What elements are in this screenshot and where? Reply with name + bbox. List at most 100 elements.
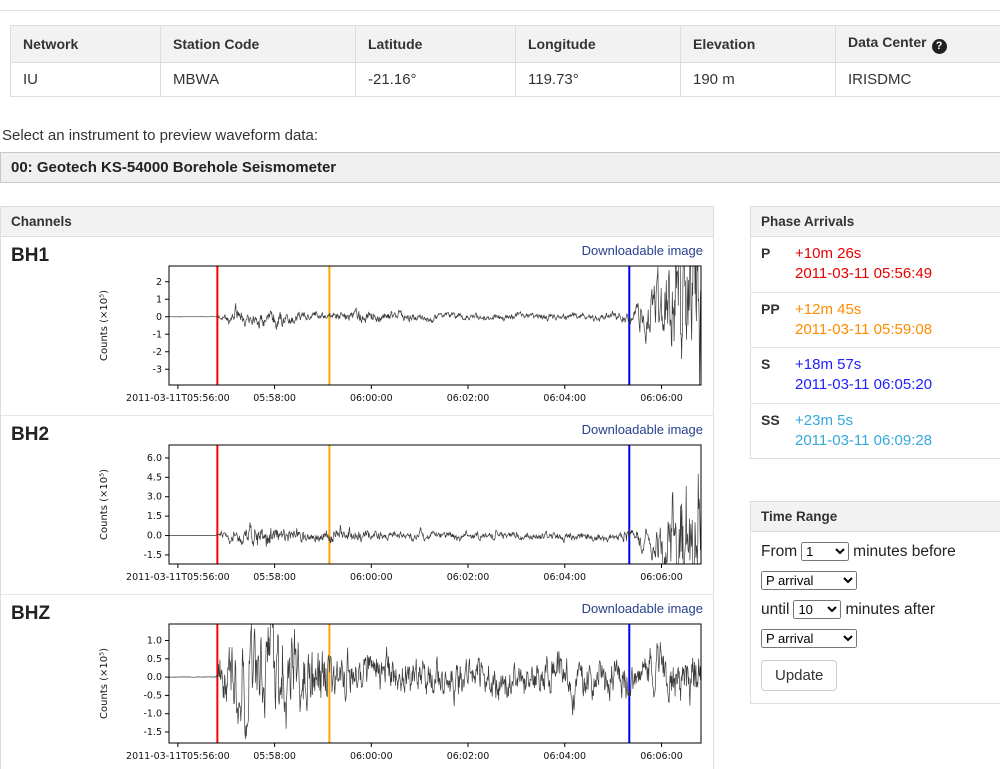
- waveform-plot-bh1: 2011-03-11T05:56:00 05:58:00 06:00:00 06:02…: [91, 261, 707, 413]
- plot-column: Downloadable image 2011-03-11T05:56:00 05…: [91, 241, 707, 413]
- svg-text:2011-03-11T05:56:00: 2011-03-11T05:56:00: [126, 572, 230, 583]
- svg-text:0.0: 0.0: [147, 672, 162, 683]
- time-range-body: From1minutes before P arrival until10min…: [751, 532, 1000, 703]
- channels-panel-header: Channels: [1, 207, 713, 237]
- channel-row-bhz: BHZ Downloadable image 2011-03-11T05:56:…: [1, 595, 713, 769]
- phase-arrival-row-s: S +18m 57s 2011-03-11 06:05:20: [751, 348, 1000, 404]
- time-range-header: Time Range: [751, 502, 1000, 532]
- phase-time: 2011-03-11 05:56:49: [795, 264, 1000, 284]
- instrument-select[interactable]: 00: Geotech KS-54000 Borehole Seismomete…: [0, 152, 1000, 183]
- minutes-before-label: minutes before: [853, 543, 956, 560]
- from-label: From: [761, 543, 797, 560]
- minutes-after-label: minutes after: [845, 601, 935, 618]
- phase-after-line: P arrival: [761, 629, 1000, 648]
- svg-text:05:58:00: 05:58:00: [253, 393, 296, 404]
- svg-text:0.0: 0.0: [147, 531, 162, 542]
- channel-name: BH1: [7, 241, 91, 413]
- phase-info: +23m 5s 2011-03-11 06:09:28: [795, 411, 1000, 452]
- svg-text:2011-03-11T05:56:00: 2011-03-11T05:56:00: [126, 393, 230, 404]
- waveform-plot-bh2: 2011-03-11T05:56:00 05:58:00 06:00:00 06:02…: [91, 440, 707, 592]
- header-data-center-label: Data Center: [848, 34, 927, 50]
- svg-text:06:00:00: 06:00:00: [350, 751, 393, 762]
- value-station-code: MBWA: [161, 63, 356, 97]
- phase-before-line: P arrival: [761, 571, 1000, 590]
- phase-time: 2011-03-11 06:05:20: [795, 375, 1000, 395]
- svg-text:0.5: 0.5: [147, 654, 162, 665]
- minutes-before-select[interactable]: 1: [801, 542, 849, 561]
- phase-arrival-row-ss: SS +23m 5s 2011-03-11 06:09:28: [751, 404, 1000, 459]
- phase-offset: +18m 57s: [795, 355, 1000, 375]
- header-data-center: Data Center?: [836, 26, 1000, 63]
- svg-text:1.0: 1.0: [147, 635, 162, 646]
- header-latitude: Latitude: [356, 26, 516, 63]
- svg-text:06:04:00: 06:04:00: [543, 751, 586, 762]
- svg-text:06:06:00: 06:06:00: [640, 393, 683, 404]
- header-network: Network: [11, 26, 161, 63]
- plot-column: Downloadable image 2011-03-11T05:56:0005…: [91, 599, 707, 769]
- svg-text:4.5: 4.5: [147, 472, 162, 483]
- phase-offset: +23m 5s: [795, 411, 1000, 431]
- svg-text:-1: -1: [153, 329, 162, 340]
- svg-text:06:02:00: 06:02:00: [447, 572, 490, 583]
- channels-panel: Channels BH1 Downloadable image 2011-03-…: [0, 206, 714, 769]
- phase-info: +10m 26s 2011-03-11 05:56:49: [795, 244, 1000, 285]
- svg-text:06:06:00: 06:06:00: [640, 751, 683, 762]
- header-elevation: Elevation: [681, 26, 836, 63]
- svg-text:06:02:00: 06:02:00: [447, 751, 490, 762]
- phase-info: +12m 45s 2011-03-11 05:59:08: [795, 300, 1000, 341]
- time-range-panel: Time Range From1minutes before P arrival…: [750, 501, 1000, 704]
- channel-row-bh2: BH2 Downloadable image 2011-03-11T05:56:…: [1, 416, 713, 595]
- phase-arrivals-panel: Phase Arrivals P +10m 26s 2011-03-11 05:…: [750, 206, 1000, 459]
- value-data-center: IRISDMC: [836, 63, 1000, 97]
- svg-text:-1.5: -1.5: [143, 550, 162, 561]
- header-longitude: Longitude: [516, 26, 681, 63]
- value-longitude: 119.73°: [516, 63, 681, 97]
- page: Network Station Code Latitude Longitude …: [0, 0, 1000, 769]
- svg-text:05:58:00: 05:58:00: [253, 751, 296, 762]
- top-divider: [0, 0, 1000, 11]
- right-column: Phase Arrivals P +10m 26s 2011-03-11 05:…: [750, 206, 1000, 769]
- phase-arrival-row-p: P +10m 26s 2011-03-11 05:56:49: [751, 237, 1000, 293]
- phase-before-select[interactable]: P arrival: [761, 571, 857, 590]
- phase-after-select[interactable]: P arrival: [761, 629, 857, 648]
- minutes-after-select[interactable]: 10: [793, 600, 841, 619]
- instrument-select-value: 00: Geotech KS-54000 Borehole Seismomete…: [11, 159, 336, 176]
- svg-text:1: 1: [156, 294, 162, 305]
- help-icon[interactable]: ?: [932, 39, 947, 54]
- svg-text:06:02:00: 06:02:00: [447, 393, 490, 404]
- phase-info: +18m 57s 2011-03-11 06:05:20: [795, 355, 1000, 396]
- main-content: Channels BH1 Downloadable image 2011-03-…: [0, 206, 1000, 769]
- phase-offset: +10m 26s: [795, 244, 1000, 264]
- station-table-header-row: Network Station Code Latitude Longitude …: [11, 26, 1000, 63]
- phase-label: PP: [761, 300, 795, 341]
- header-station-code: Station Code: [161, 26, 356, 63]
- svg-text:06:00:00: 06:00:00: [350, 572, 393, 583]
- svg-text:-2: -2: [153, 347, 162, 358]
- svg-text:-1.0: -1.0: [143, 709, 162, 720]
- svg-text:05:58:00: 05:58:00: [253, 572, 296, 583]
- phase-arrivals-header: Phase Arrivals: [751, 207, 1000, 237]
- svg-text:06:00:00: 06:00:00: [350, 393, 393, 404]
- svg-text:Counts (×10⁵): Counts (×10⁵): [99, 469, 110, 540]
- station-table-value-row: IU MBWA -21.16° 119.73° 190 m IRISDMC: [11, 63, 1000, 97]
- time-range-from-line: From1minutes before: [761, 542, 1000, 561]
- svg-text:-3: -3: [153, 364, 162, 375]
- svg-text:06:04:00: 06:04:00: [543, 393, 586, 404]
- svg-text:3.0: 3.0: [147, 492, 162, 503]
- channel-row-bh1: BH1 Downloadable image 2011-03-11T05:56:…: [1, 237, 713, 416]
- plot-column: Downloadable image 2011-03-11T05:56:00 05…: [91, 420, 707, 592]
- phase-label: SS: [761, 411, 795, 452]
- svg-text:Counts (×10⁵): Counts (×10⁵): [99, 290, 110, 361]
- channel-name: BHZ: [7, 599, 91, 769]
- phase-offset: +12m 45s: [795, 300, 1000, 320]
- svg-text:-1.5: -1.5: [143, 727, 162, 738]
- downloadable-image-link[interactable]: Downloadable image: [91, 241, 707, 261]
- phase-time: 2011-03-11 06:09:28: [795, 431, 1000, 451]
- update-button[interactable]: Update: [761, 660, 837, 691]
- downloadable-image-link[interactable]: Downloadable image: [91, 420, 707, 440]
- value-latitude: -21.16°: [356, 63, 516, 97]
- svg-text:0: 0: [156, 312, 162, 323]
- downloadable-image-link[interactable]: Downloadable image: [91, 599, 707, 619]
- phase-time: 2011-03-11 05:59:08: [795, 320, 1000, 340]
- svg-text:-0.5: -0.5: [143, 690, 162, 701]
